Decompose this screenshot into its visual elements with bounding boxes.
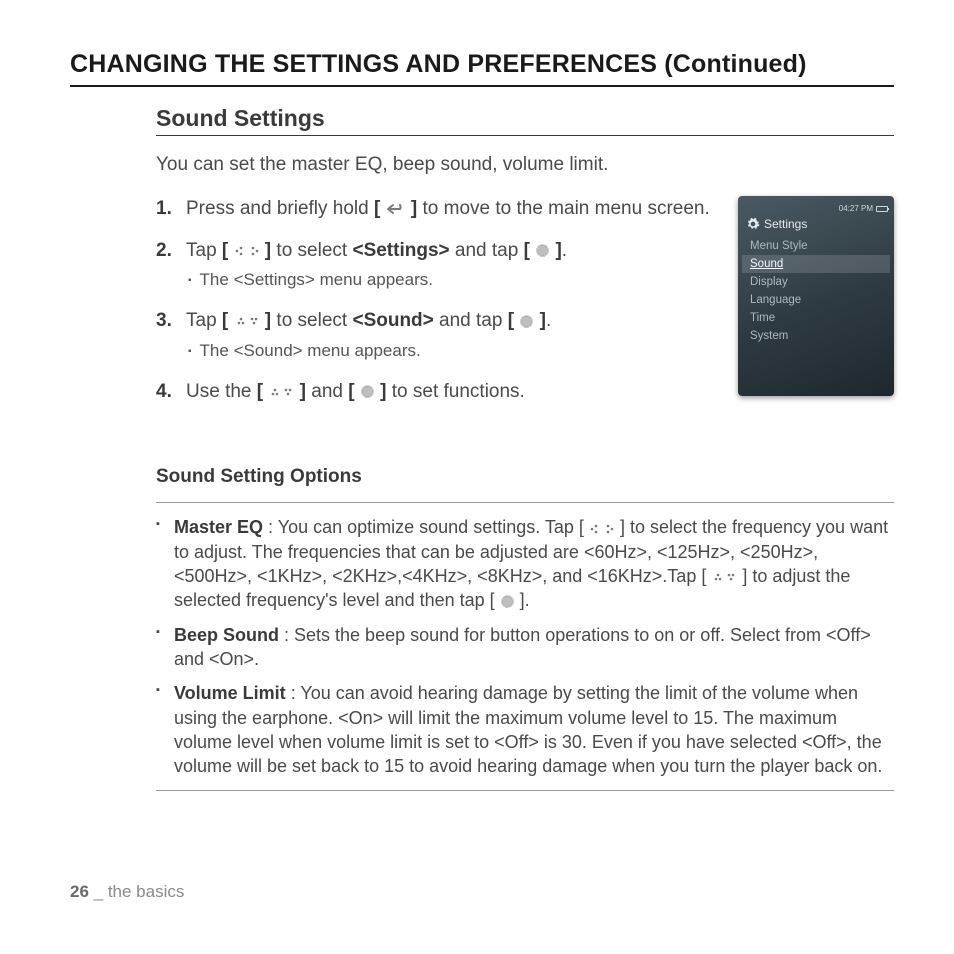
steps-column: Press and briefly hold [ ] to move to th…	[156, 196, 720, 420]
step-text: Tap [ ] to select <Settings> and tap [ ]…	[186, 240, 567, 261]
step-sub: The <Sound> menu appears.	[186, 340, 720, 363]
step-text: Use the [ ] and [ ] to set functions.	[186, 381, 525, 402]
intro-text: You can set the master EQ, beep sound, v…	[156, 154, 894, 176]
device-menu-item: Language	[742, 291, 890, 309]
device-header-label: Settings	[764, 217, 807, 231]
device-menu-item: Menu Style	[742, 237, 890, 255]
option-item: Volume Limit : You can avoid hearing dam…	[156, 681, 894, 778]
step-4: Use the [ ] and [ ] to set functions.	[156, 379, 720, 405]
circle-icon	[519, 314, 534, 329]
option-item: Master EQ : You can optimize sound setti…	[156, 515, 894, 612]
device-menu-item: Time	[742, 309, 890, 327]
step-text: Tap [ ] to select <Sound> and tap [ ].	[186, 310, 551, 331]
lr-icon	[589, 523, 615, 535]
device-status-bar: 04:27 PM	[738, 204, 894, 217]
options-list: Master EQ : You can optimize sound setti…	[156, 515, 894, 778]
option-name: Volume Limit	[174, 683, 286, 703]
circle-icon	[535, 243, 550, 258]
step-2: Tap [ ] to select <Settings> and tap [ ]…	[156, 238, 720, 293]
options-rule-bottom	[156, 790, 894, 791]
ud-icon	[234, 315, 260, 327]
section-title: Sound Settings	[156, 105, 894, 136]
ud-icon	[268, 386, 294, 398]
page-number: 26	[70, 882, 89, 901]
device-menu-item: Sound	[742, 255, 890, 273]
ud-icon	[711, 571, 737, 583]
step-1: Press and briefly hold [ ] to move to th…	[156, 196, 720, 222]
step-text: Press and briefly hold [ ] to move to th…	[186, 198, 710, 219]
option-item: Beep Sound : Sets the beep sound for but…	[156, 623, 894, 672]
battery-icon	[876, 206, 888, 212]
steps-list: Press and briefly hold [ ] to move to th…	[156, 196, 720, 404]
back-icon	[386, 202, 406, 216]
device-menu-list: Menu StyleSoundDisplayLanguageTimeSystem	[738, 237, 894, 345]
step-sub: The <Settings> menu appears.	[186, 269, 720, 292]
step-3: Tap [ ] to select <Sound> and tap [ ]. Th…	[156, 308, 720, 363]
options-title: Sound Setting Options	[156, 466, 894, 488]
options-rule-top	[156, 502, 894, 503]
gear-icon	[746, 217, 760, 231]
device-header: Settings	[738, 217, 894, 237]
content-area: Sound Settings You can set the master EQ…	[70, 105, 894, 791]
device-menu-item: System	[742, 327, 890, 345]
device-menu-item: Display	[742, 273, 890, 291]
chapter-name: the basics	[108, 882, 185, 901]
circle-icon	[360, 384, 375, 399]
device-time: 04:27 PM	[839, 204, 873, 213]
lr-icon	[234, 245, 260, 257]
option-name: Master EQ	[174, 517, 263, 537]
page-title: CHANGING THE SETTINGS AND PREFERENCES (C…	[70, 50, 894, 87]
device-screenshot: 04:27 PM Settings Menu StyleSoundDisplay…	[738, 196, 894, 396]
circle-icon	[500, 594, 515, 609]
page-footer: 26 _ the basics	[70, 882, 184, 902]
option-name: Beep Sound	[174, 625, 279, 645]
footer-sep: _	[89, 882, 108, 901]
